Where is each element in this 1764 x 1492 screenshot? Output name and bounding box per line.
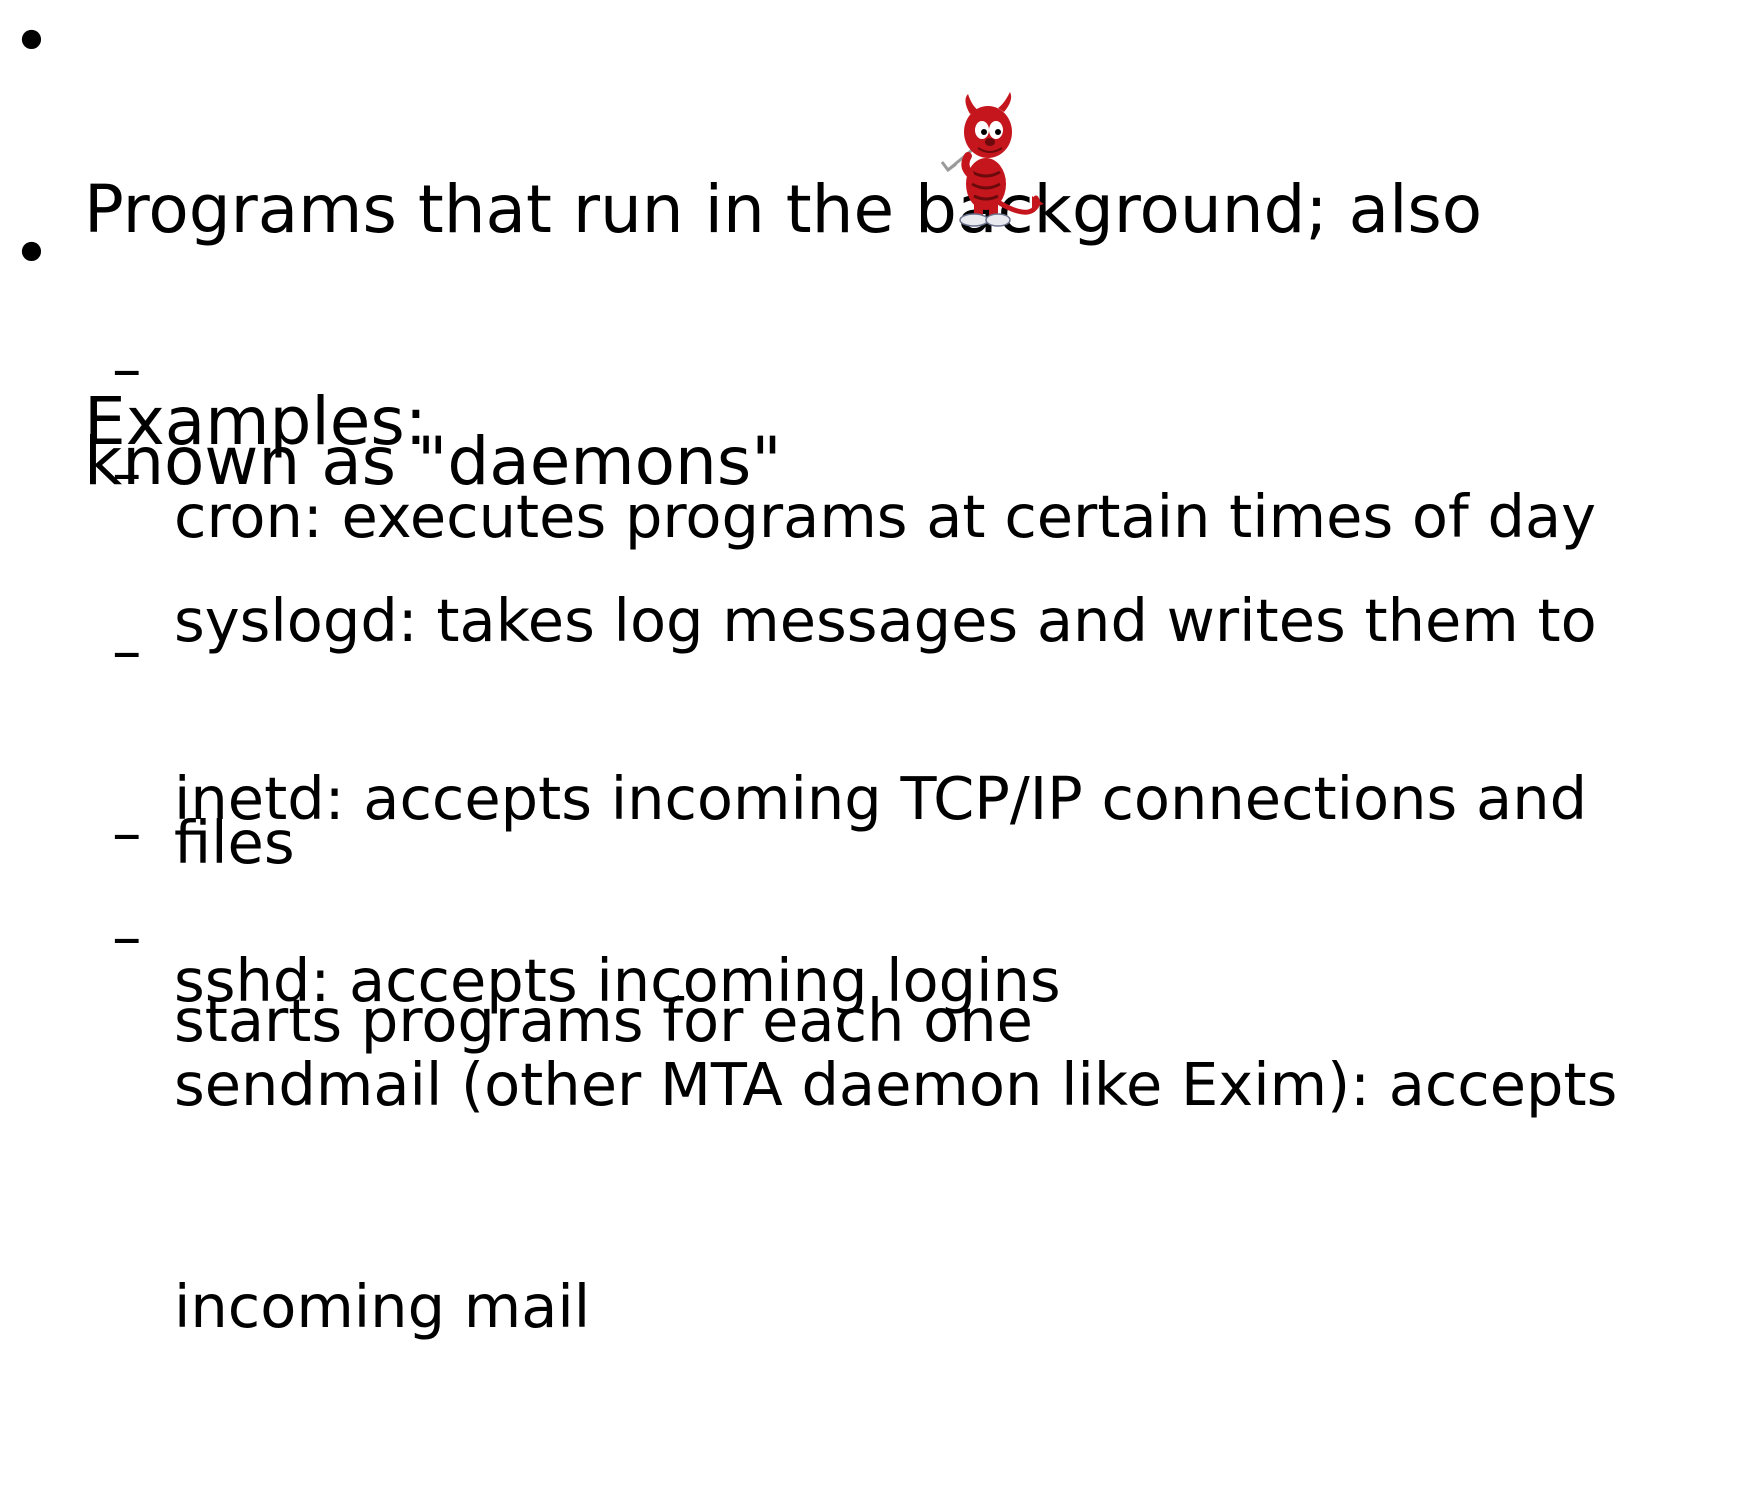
bsd-daemon-icon (940, 92, 1044, 227)
subbullet-marker: – (112, 798, 142, 867)
bullet-marker: • (12, 215, 51, 292)
subbullet-marker: – (112, 616, 142, 685)
subbullet-marker: – (112, 334, 142, 403)
subbullet-text: sendmail (other MTA daemon like Exim): a… (174, 900, 1754, 1492)
subbullet-marker: – (112, 438, 142, 507)
subbullet-marker: – (112, 902, 142, 971)
slide: • Programs that run in the background; a… (0, 0, 1764, 1341)
subbullet-line: incoming mail (174, 1272, 591, 1341)
subbullet-line: sendmail (other MTA daemon like Exim): a… (174, 1050, 1618, 1119)
bullet-marker: • (12, 3, 51, 80)
